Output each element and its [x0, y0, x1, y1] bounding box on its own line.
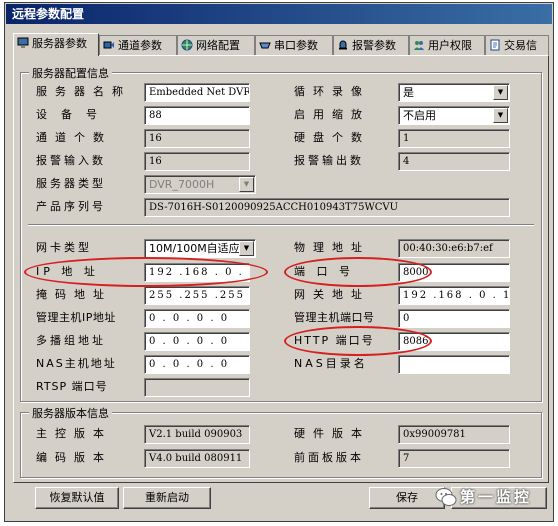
gateway-label: 网关地址: [294, 288, 370, 301]
alarm-input-field: 16: [144, 152, 250, 171]
serial-number-label: 产品序列号: [36, 200, 106, 213]
mgr-port-label: 管理主机端口号: [294, 311, 375, 324]
device-no-field[interactable]: 88: [144, 106, 250, 125]
front-panel-version-field: 7: [398, 449, 510, 468]
server-type-select: DVR_7000H ▼: [144, 175, 256, 194]
mgr-port-field[interactable]: 0: [398, 309, 510, 328]
mac-address-label: 物理地址: [294, 241, 370, 254]
http-port-field[interactable]: 8086: [398, 332, 510, 351]
codec-version-field: V4.0 build 080911: [144, 449, 250, 468]
computer-icon: [17, 37, 29, 48]
window-title: 远程参数配置: [12, 7, 85, 21]
tab-server-params[interactable]: 服务器参数: [13, 33, 99, 56]
mgr-ip-label: 管理主机IP地址: [36, 311, 116, 324]
multicast-label: 多播组地址: [36, 334, 106, 347]
document-icon: [490, 39, 500, 51]
ip-address-label: IP 地 址: [36, 265, 99, 278]
tab-panel: 服务器配置信息 服务器名称 Embedded Net DVR 循环录像 是 ▼ 设…: [13, 55, 549, 483]
ip-address-field[interactable]: 192 .168 . 0 . 64: [144, 263, 250, 282]
divider: [28, 224, 534, 226]
chevron-down-icon: ▼: [493, 108, 508, 123]
codec-version-label: 编码版本: [36, 451, 112, 464]
http-port-label: HTTP 端口号: [294, 334, 375, 347]
chevron-down-icon: ▼: [239, 177, 254, 192]
main-version-field: V2.1 build 090903: [144, 425, 250, 444]
nas-dir-field[interactable]: [398, 355, 510, 374]
tab-serial-params[interactable]: 串口参数: [255, 35, 333, 55]
nas-host-field[interactable]: 0 . 0 . 0 . 0: [144, 355, 250, 374]
remote-config-window: 远程参数配置 服务器参数 通道参数 网络配置 串口参数 报警参数 用户权限 交易…: [4, 2, 554, 522]
server-config-title: 服务器配置信息: [29, 65, 112, 81]
tab-bar: 服务器参数 通道参数 网络配置 串口参数 报警参数 用户权限 交易信: [13, 33, 549, 56]
mac-address-field: 00:40:30:e6:b7:ef: [398, 239, 510, 258]
chevron-down-icon: ▼: [493, 85, 508, 100]
hardware-version-label: 硬件版本: [294, 427, 370, 440]
front-panel-version-label: 前面板版本: [294, 451, 364, 464]
multicast-field[interactable]: 0 . 0 . 0 . 0: [144, 332, 250, 351]
alarm-input-label: 报警输入数: [36, 154, 106, 167]
chevron-down-icon: ▼: [239, 241, 254, 256]
users-icon: [414, 41, 424, 50]
hardware-version-field: 0x99009781: [398, 425, 510, 444]
main-version-label: 主控版本: [36, 427, 112, 440]
tab-transaction-info[interactable]: 交易信: [485, 35, 549, 55]
serial-port-icon: [259, 42, 271, 49]
video-channel-icon: [103, 41, 114, 49]
server-name-label: 服务器名称: [36, 85, 131, 98]
tab-network-config[interactable]: 网络配置: [177, 35, 255, 55]
watermark: 第一监控: [432, 484, 552, 510]
disk-count-label: 硬盘个数: [294, 131, 370, 144]
port-field[interactable]: 8000: [398, 263, 510, 282]
loop-record-label: 循环录像: [294, 85, 370, 98]
tab-alarm-params[interactable]: 报警参数: [333, 35, 409, 55]
device-no-label: 设备号: [36, 108, 111, 121]
server-name-field[interactable]: Embedded Net DVR: [144, 83, 250, 102]
tab-channel-params[interactable]: 通道参数: [99, 35, 177, 55]
serial-number-field: DS-7016H-S0120090925ACCH010943T75WCVU: [144, 198, 510, 217]
version-info-group: 服务器版本信息: [20, 405, 542, 478]
nic-type-select[interactable]: 10M/100M自适应 ▼: [144, 239, 256, 258]
alarm-output-label: 报警输出数: [294, 154, 364, 167]
channel-count-label: 通道个数: [36, 131, 112, 144]
nic-type-label: 网卡类型: [36, 241, 92, 254]
mgr-ip-field[interactable]: 0 . 0 . 0 . 0: [144, 309, 250, 328]
zoom-label: 启用缩放: [294, 108, 370, 121]
rtsp-port-field: [144, 378, 250, 397]
gateway-field[interactable]: 192 .168 . 0 . 1: [398, 286, 510, 305]
zoom-select[interactable]: 不启用 ▼: [398, 106, 510, 125]
server-type-label: 服务器类型: [36, 177, 106, 190]
loop-record-select[interactable]: 是 ▼: [398, 83, 510, 102]
nas-host-label: NAS主机地址: [36, 357, 117, 370]
rtsp-port-label: RTSP 端口号: [36, 380, 108, 393]
globe-icon: [181, 39, 193, 51]
version-info-title: 服务器版本信息: [29, 405, 112, 421]
watermark-text: 第一监控: [460, 488, 533, 506]
subnet-mask-field[interactable]: 255 .255 .255 . 0: [144, 286, 250, 305]
port-label: 端 口 号: [294, 265, 354, 278]
restore-defaults-button[interactable]: 恢复默认值: [35, 487, 119, 509]
bell-icon: [339, 40, 347, 50]
channel-count-field: 16: [144, 129, 250, 148]
subnet-mask-label: 掩码地址: [36, 288, 112, 301]
nas-dir-label: NAS目录名: [294, 357, 368, 370]
alarm-output-field: 4: [398, 152, 510, 171]
tab-user-permissions[interactable]: 用户权限: [409, 35, 485, 55]
restart-button[interactable]: 重新启动: [123, 487, 211, 509]
disk-count-field: 1: [398, 129, 510, 148]
wechat-icon: [435, 488, 457, 506]
title-bar: 远程参数配置: [6, 4, 552, 24]
